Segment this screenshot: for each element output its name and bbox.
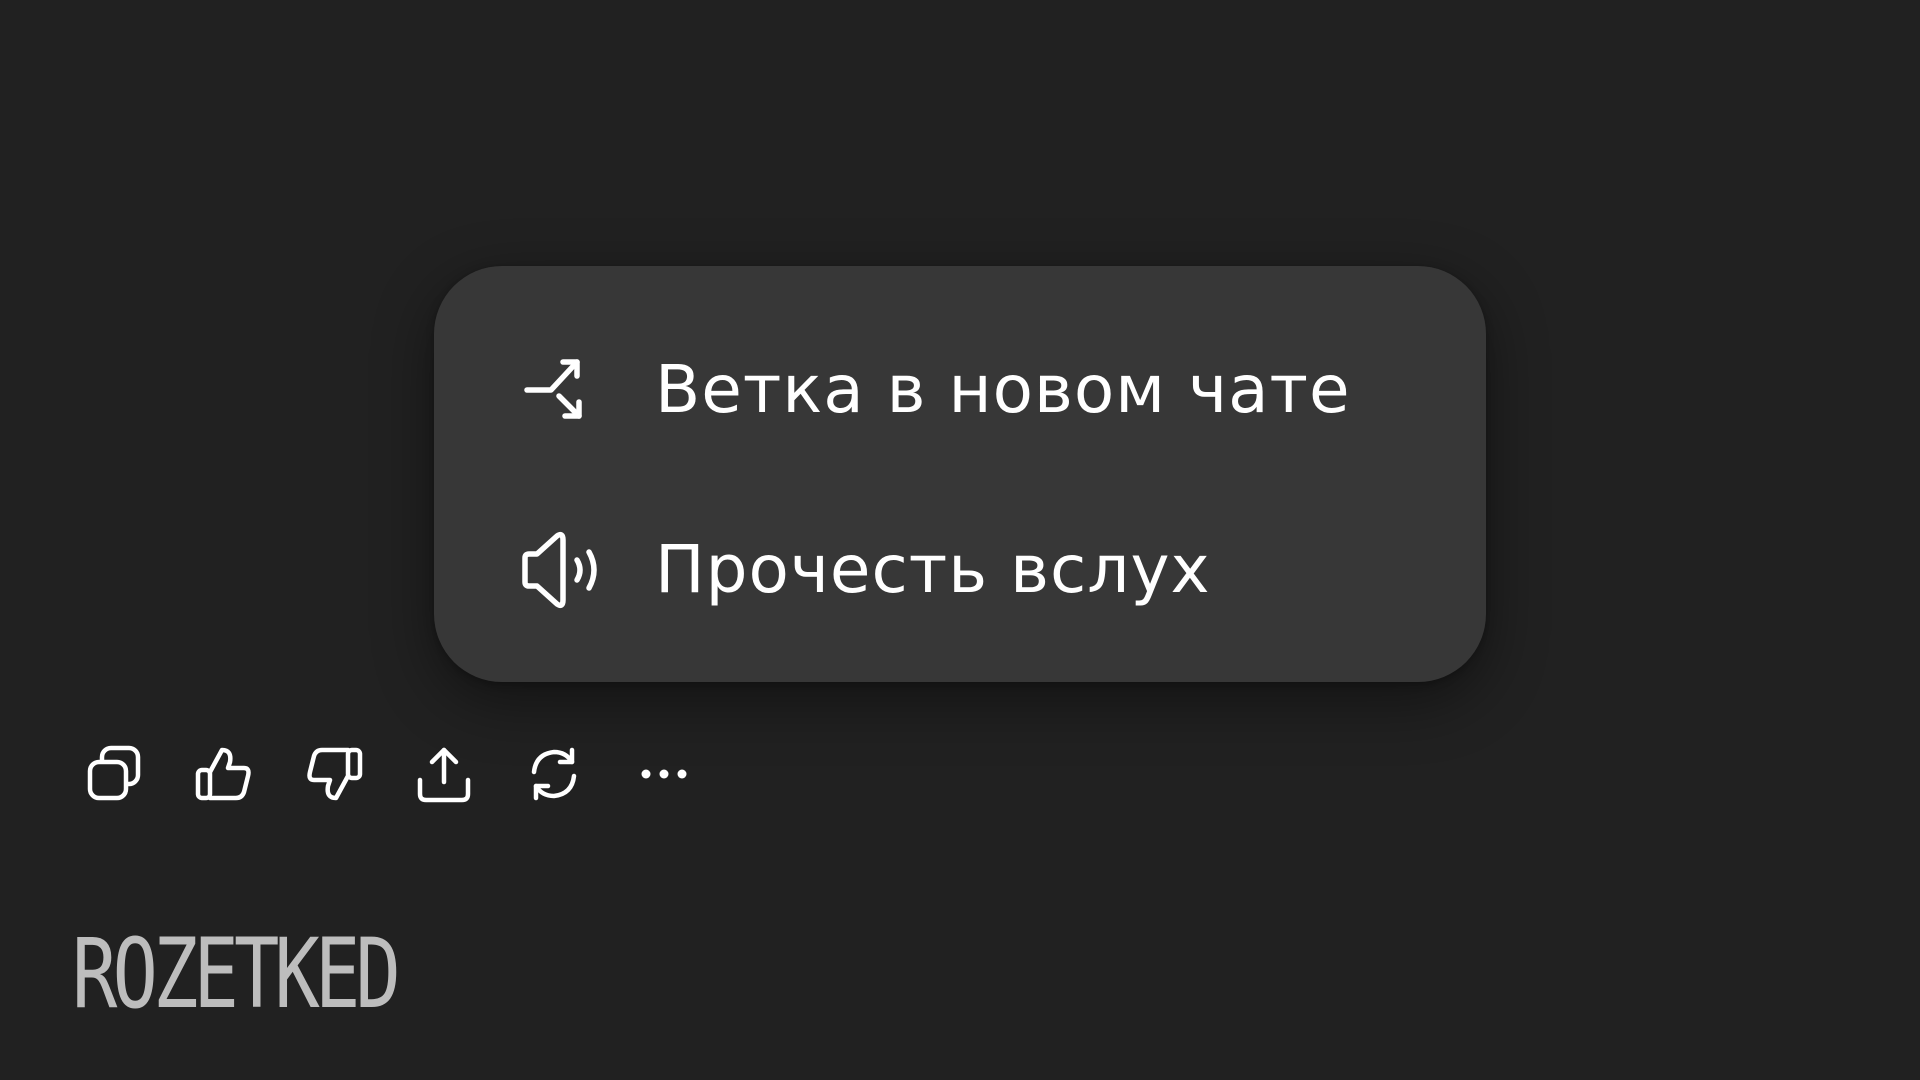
branch-arrows-icon [519, 344, 611, 436]
regenerate-icon [522, 742, 586, 806]
thumbs-down-button[interactable] [294, 734, 374, 814]
menu-item-read-aloud[interactable]: Прочесть вслух [434, 520, 1486, 620]
context-menu: Ветка в новом чате Прочесть вслух [434, 266, 1486, 682]
menu-item-branch-new-chat[interactable]: Ветка в новом чате [434, 340, 1486, 440]
more-icon [632, 742, 696, 806]
thumbs-up-button[interactable] [184, 734, 264, 814]
copy-button[interactable] [74, 734, 154, 814]
menu-item-label: Прочесть вслух [655, 531, 1211, 608]
more-button[interactable] [624, 734, 704, 814]
watermark-logo: ROZETKED [72, 917, 401, 1030]
share-button[interactable] [404, 734, 484, 814]
chat-screen: Ветка в новом чате Прочесть вслух ROZETK… [0, 0, 1920, 1080]
regenerate-button[interactable] [514, 734, 594, 814]
menu-item-label: Ветка в новом чате [655, 351, 1351, 428]
thumbs-down-icon [302, 742, 366, 806]
share-icon [412, 742, 476, 806]
copy-icon [82, 742, 146, 806]
thumbs-up-icon [192, 742, 256, 806]
speaker-icon [519, 524, 611, 616]
message-action-toolbar [74, 734, 734, 814]
